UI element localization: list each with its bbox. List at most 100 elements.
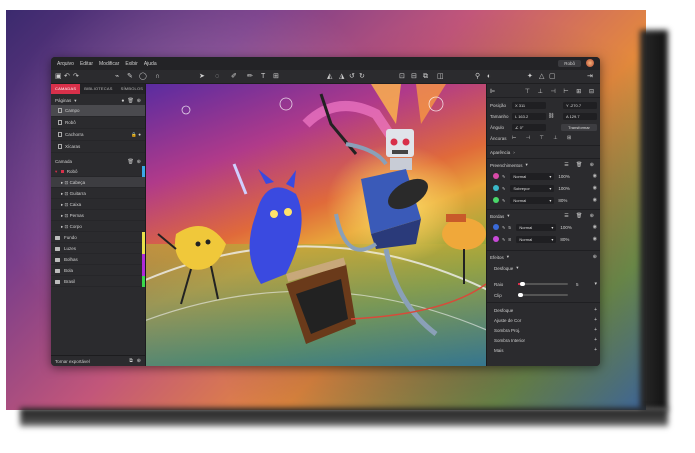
fill-blend-select[interactable]: Normal ▾ [510,196,555,204]
effect-item[interactable]: Sombra Interior + [490,336,597,344]
eye-icon[interactable]: ◉ [593,185,597,191]
eye-icon[interactable]: ◉ [593,197,597,203]
eye-icon[interactable]: ◉ [593,236,597,242]
menu-ajuda[interactable]: Ajuda [144,61,157,67]
magnet-icon[interactable]: ∩ [155,73,160,81]
brush-tool-icon[interactable]: ✐ [231,73,237,81]
layer-row[interactable]: Bolhas [51,254,145,265]
position-y-input[interactable]: Y -270.7 [563,101,597,109]
border-actions-icons[interactable]: ☰ 🗑 ⊕ [564,213,597,219]
add-icon[interactable]: + [594,307,597,313]
anchor-icons[interactable]: ⊢ ⊣ ⊤ ⊥ ⊞ [512,135,575,141]
menu-exibir[interactable]: Exibir [125,61,138,67]
add-icon[interactable]: ⊕ [137,358,141,364]
flip-horizontal-icon[interactable]: ◭ [327,73,332,81]
group-icon[interactable]: ⊡ [399,73,405,81]
eye-icon[interactable]: ◉ [593,173,597,179]
border-color-swatch[interactable] [493,224,499,230]
ungroup-icon[interactable]: ⊟ [411,73,417,81]
fill-color-swatch[interactable] [493,185,499,191]
pencil-tool-icon[interactable]: ✏ [247,73,253,81]
layer-row-root[interactable]: ▾ Robô [51,166,145,177]
image-tool-icon[interactable]: ⊞ [273,73,279,81]
duplicate-icon[interactable]: ⧉ [129,358,133,364]
clip-toggle[interactable] [518,292,568,298]
chevron-right-icon[interactable]: › [513,150,515,155]
color-picker-icon[interactable]: ✦ [527,73,533,81]
border-size-value[interactable]: 5 [508,225,516,230]
rotate-left-icon[interactable]: ↺ [349,73,355,81]
effect-item[interactable]: Mais + [490,346,597,354]
add-icon[interactable]: + [594,317,597,323]
tab-bibliotecas[interactable]: BIBLIOTECAS [80,84,116,94]
shapes-icon[interactable]: △ [539,73,544,81]
caret-right-icon[interactable]: ▸ [61,224,63,229]
eye-icon[interactable]: ◉ [593,224,597,230]
fill-opacity-value[interactable]: 100% [558,186,574,191]
border-blend-select[interactable]: Normal ▾ [516,235,557,243]
caret-right-icon[interactable]: ▸ [61,213,63,218]
fill-edit-icon[interactable]: ✎ [502,186,505,191]
align-icons[interactable]: ⊤ ⊥ ⊣ ⊢ ⊞ ⊟ [525,88,597,95]
pin-icon[interactable]: ⚲ [475,73,480,81]
page-item[interactable]: Xícaras [51,141,145,153]
export-icon[interactable]: ⇥ [587,73,593,81]
menu-modificar[interactable]: Modificar [99,61,119,67]
text-tool-icon[interactable]: T [261,73,265,81]
menu-editar[interactable]: Editar [80,61,93,67]
caret-down-icon[interactable]: ▾ [55,169,57,174]
border-opacity-value[interactable]: 80% [560,237,576,242]
clip-toggle-knob[interactable] [518,292,523,298]
fill-blend-select[interactable]: Sobrepor ▾ [510,184,555,192]
frame-icon[interactable]: ▢ [549,73,556,81]
layer-row[interactable]: Fundo [51,232,145,243]
add-icon[interactable]: + [594,337,597,343]
effect-item[interactable]: Ajuste de Cor + [490,316,597,324]
layer-row[interactable]: ▸ ⊡ Pernas [51,210,145,221]
toggle-icon[interactable]: ● [121,98,124,104]
undo-icon[interactable]: ↶ [64,73,70,81]
page-item[interactable]: Robô [51,117,145,129]
page-item[interactable]: Campo [51,105,145,117]
add-effect-icon[interactable]: ⊕ [593,254,597,260]
chevron-down-icon[interactable]: ▾ [526,162,528,168]
pen-tool-icon[interactable]: ✎ [127,73,133,81]
select-tool-icon[interactable]: ➤ [199,73,205,81]
border-blend-select[interactable]: Normal ▾ [516,223,557,231]
avatar[interactable] [586,59,594,67]
fill-icon[interactable]: ◐ [487,73,491,81]
layer-row[interactable]: ▸ ⊡ Caixa [51,199,145,210]
effect-item[interactable]: Sombra Proj. + [490,326,597,334]
chevron-down-icon[interactable]: ▾ [516,265,518,271]
border-opacity-value[interactable]: 100% [560,225,576,230]
chevron-down-icon[interactable]: ▾ [74,98,76,104]
boolean-icon[interactable]: ◫ [437,73,444,81]
blur-effect-header[interactable]: Desfoque ▾ [490,264,597,272]
chevron-down-icon[interactable]: ▾ [507,213,509,219]
link-icon[interactable]: ⛓ [548,113,554,119]
caret-right-icon[interactable]: ▸ [61,180,63,185]
chevron-down-icon[interactable]: ▾ [507,254,509,260]
node-tool-icon[interactable]: ⌁ [115,73,119,81]
fill-opacity-value[interactable]: 80% [558,198,574,203]
caret-right-icon[interactable]: ▸ [61,191,63,196]
border-edit-icon[interactable]: ✎ [502,237,505,242]
fill-color-swatch[interactable] [493,173,499,179]
border-size-value[interactable]: 8 [508,237,516,242]
tab-simbolos[interactable]: SÍMBOLOS [117,84,148,94]
layer-row[interactable]: Luzes [51,243,145,254]
width-input[interactable]: L 163.2 [512,112,546,120]
add-icon[interactable]: + [594,347,597,353]
page-item[interactable]: Cachorra 🔒 ● [51,129,145,141]
add-layer-icon[interactable]: ⊕ [137,159,141,165]
add-page-icon[interactable]: ⊕ [137,98,141,104]
fill-edit-icon[interactable]: ✎ [502,198,505,203]
make-exportable-link[interactable]: Tornar exportável [55,359,90,364]
align-left-icon[interactable]: ⊫ [490,88,495,95]
effect-item[interactable]: Desfoque + [490,306,597,314]
trash-icon[interactable]: 🗑 [127,98,133,104]
rotate-right-icon[interactable]: ↻ [359,73,365,81]
appearance-header[interactable]: Aparência › [490,148,597,156]
tab-camadas[interactable]: CAMADAS [51,84,81,94]
fill-color-swatch[interactable] [493,197,499,203]
